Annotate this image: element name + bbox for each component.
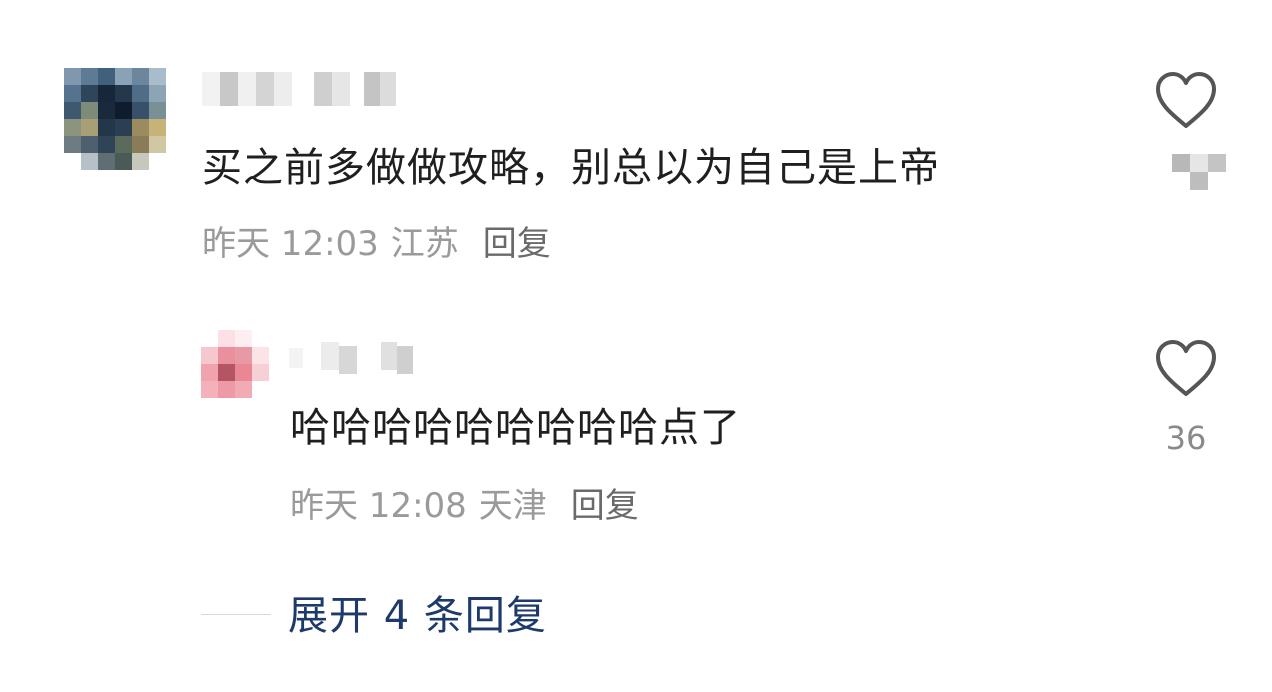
expand-replies-button[interactable]: 展开 4 条回复 <box>288 592 547 640</box>
comment-text: 买之前多做做攻略，别总以为自己是上帝 <box>202 145 940 191</box>
reply-like-button[interactable]: 36 <box>1146 338 1226 458</box>
avatar[interactable] <box>64 68 166 170</box>
reply-time: 昨天 12:08 <box>290 486 467 526</box>
comment-section: 买之前多做做攻略，别总以为自己是上帝 昨天 12:03 江苏 回复 哈哈哈哈哈哈… <box>0 0 1272 692</box>
like-button[interactable] <box>1146 70 1226 132</box>
expand-divider <box>201 614 271 615</box>
comment-meta: 昨天 12:03 江苏 回复 <box>202 224 551 264</box>
reply-text: 哈哈哈哈哈哈哈哈哈点了 <box>290 405 741 451</box>
heart-outline-icon[interactable] <box>1153 338 1219 400</box>
comment-time: 昨天 12:03 <box>202 224 379 264</box>
reply-username-pixelated[interactable] <box>289 342 413 374</box>
reply-meta: 昨天 12:08 天津 回复 <box>290 486 639 526</box>
reply-button[interactable]: 回复 <box>483 224 551 264</box>
comment-location: 江苏 <box>390 224 459 264</box>
username-pixelated[interactable] <box>202 72 396 106</box>
reply-button[interactable]: 回复 <box>571 486 639 526</box>
heart-outline-icon[interactable] <box>1153 70 1219 132</box>
like-count-pixelated <box>1172 154 1226 190</box>
like-count: 36 <box>1165 419 1207 457</box>
reply-location: 天津 <box>478 486 547 526</box>
reply-avatar[interactable] <box>201 330 269 398</box>
